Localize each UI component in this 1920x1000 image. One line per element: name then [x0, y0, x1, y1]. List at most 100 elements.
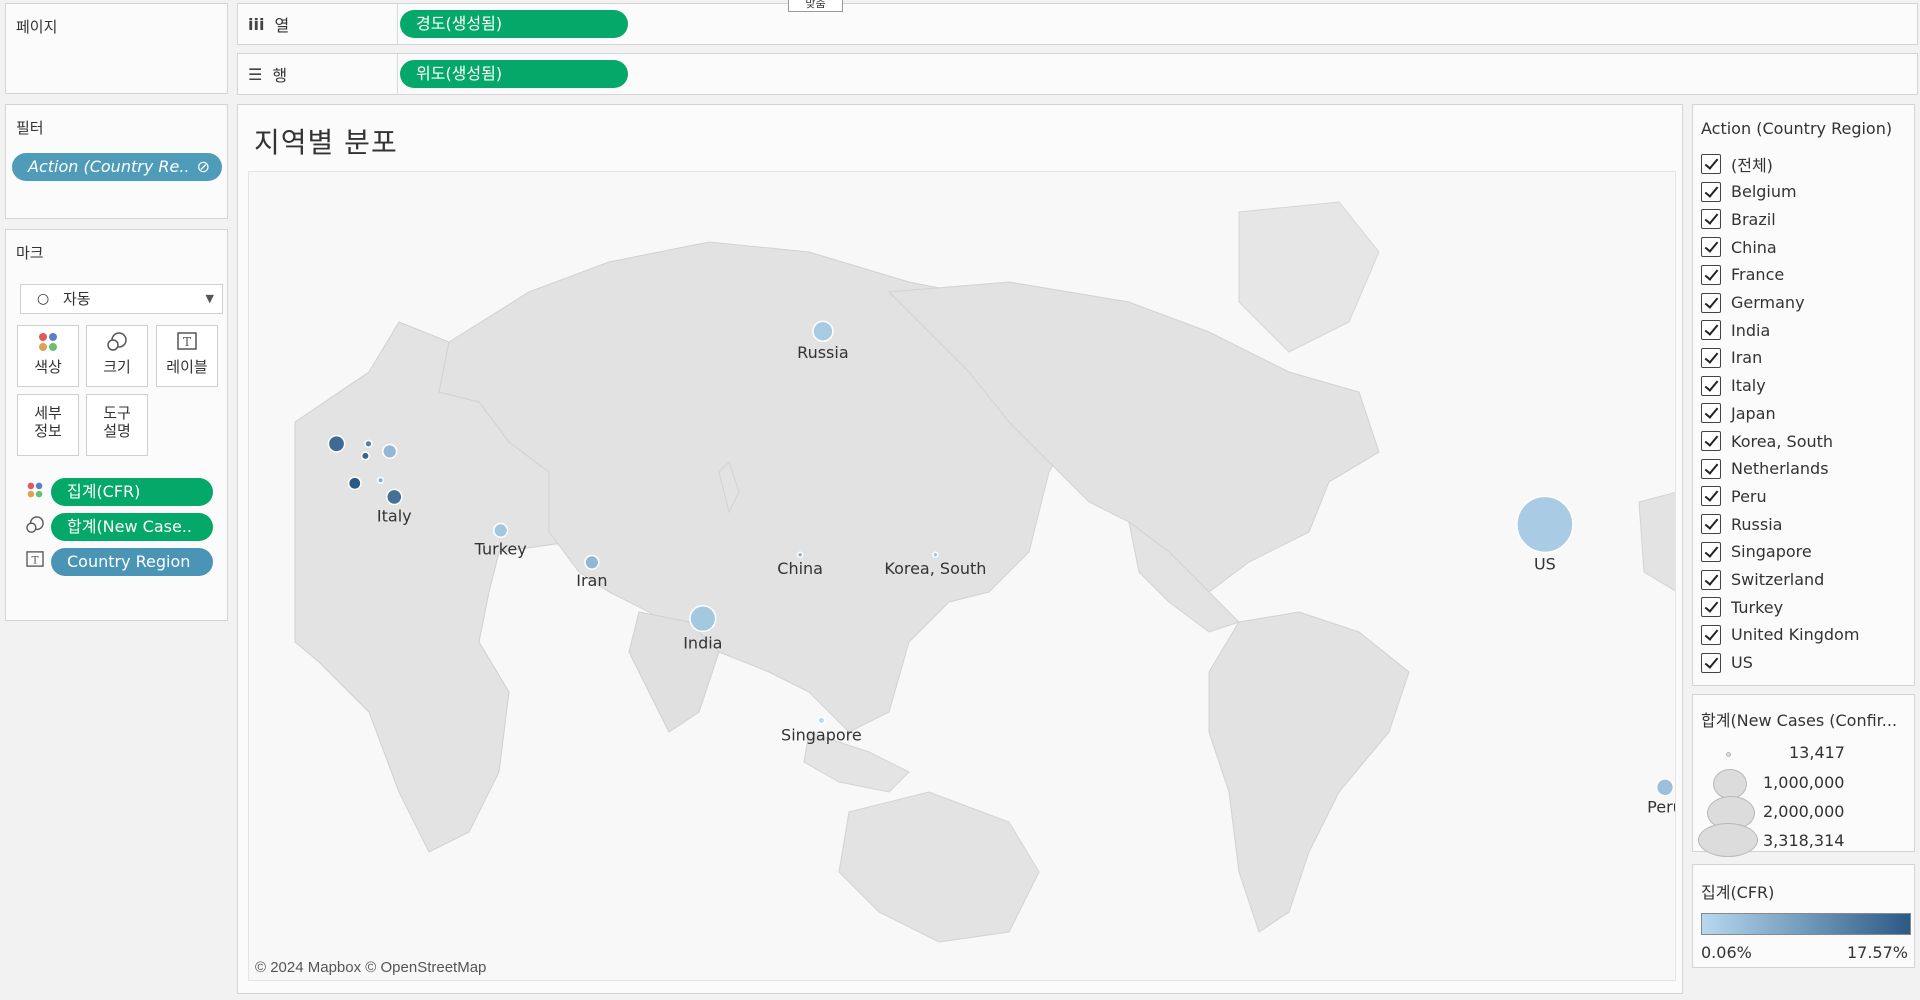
country-filter-label: Belgium: [1731, 182, 1797, 202]
country-filter-item[interactable]: United Kingdom: [1701, 622, 1859, 648]
color-button[interactable]: 색상: [17, 325, 79, 387]
color-field-icon: [24, 481, 46, 503]
checkbox-checked-icon[interactable]: [1701, 624, 1721, 645]
map-label: US: [1534, 554, 1556, 573]
pages-shelf[interactable]: 페이지: [5, 3, 228, 94]
map-point-switzerland[interactable]: [377, 476, 385, 484]
columns-shelf[interactable]: iii 열 경도(생성됨): [237, 3, 1918, 45]
country-filter-item[interactable]: Brazil: [1701, 206, 1776, 232]
tooltip-tab[interactable]: 맞춤: [788, 0, 843, 12]
color-button-label: 색상: [34, 358, 62, 376]
label-icon: T: [157, 332, 217, 354]
color-icon: [18, 332, 78, 354]
country-filter-item[interactable]: Belgium: [1701, 179, 1797, 205]
checkbox-checked-icon[interactable]: [1701, 154, 1721, 174]
latitude-pill[interactable]: 위도(생성됨): [400, 60, 628, 88]
checkbox-checked-icon[interactable]: [1701, 320, 1721, 341]
action-filter-pill[interactable]: Action (Country Re.. ⊘: [12, 153, 222, 181]
world-map[interactable]: RussiaUSBrazilIndiaPeruIranTurkeyChinaIt…: [249, 172, 1676, 981]
checkbox-checked-icon[interactable]: [1701, 403, 1721, 424]
country-filter-item[interactable]: Italy: [1701, 373, 1766, 399]
country-filter-item[interactable]: China: [1701, 234, 1777, 260]
detail-button[interactable]: 세부 정보: [17, 394, 79, 456]
country-filter-item[interactable]: (전체): [1701, 151, 1773, 177]
map-label: Korea, South: [884, 559, 986, 578]
map-point-iran[interactable]: [584, 554, 600, 570]
size-legend: 합계(New Cases (Confir... 13,417 1,000,000…: [1692, 694, 1915, 857]
label-button[interactable]: T 레이블: [156, 325, 218, 387]
checkbox-checked-icon[interactable]: [1701, 292, 1721, 313]
map-point-netherlands[interactable]: [364, 439, 373, 448]
map-point-us[interactable]: [1516, 495, 1574, 554]
size-label-2: 1,000,000: [1763, 773, 1845, 792]
checkbox-checked-icon[interactable]: [1701, 181, 1721, 202]
country-filter-item[interactable]: Japan: [1701, 400, 1776, 426]
map-point-korea-south[interactable]: [932, 551, 939, 558]
country-filter-item[interactable]: Russia: [1701, 511, 1782, 537]
checkbox-checked-icon[interactable]: [1701, 264, 1721, 285]
rows-label-text: 행: [272, 66, 288, 85]
map-label: Peru: [1647, 798, 1676, 817]
map-point-germany[interactable]: [382, 443, 398, 459]
country-filter-item[interactable]: Germany: [1701, 290, 1805, 316]
map-point-belgium[interactable]: [360, 451, 370, 461]
mark-type-label: 자동: [63, 290, 91, 308]
country-region-field-pill[interactable]: Country Region: [51, 548, 213, 576]
chevron-down-icon: ▼: [205, 292, 214, 305]
country-filter-item[interactable]: Netherlands: [1701, 456, 1829, 482]
country-filter-label: Italy: [1731, 376, 1766, 396]
map-point-peru[interactable]: [1655, 778, 1675, 797]
country-filter-item[interactable]: Iran: [1701, 345, 1762, 371]
checkbox-checked-icon[interactable]: [1701, 541, 1721, 562]
checkbox-checked-icon[interactable]: [1701, 458, 1721, 479]
checkbox-checked-icon[interactable]: [1701, 569, 1721, 590]
country-filter-item[interactable]: France: [1701, 262, 1784, 288]
country-filter-item[interactable]: US: [1701, 650, 1753, 676]
country-filter-item[interactable]: India: [1701, 317, 1770, 343]
country-filter-item[interactable]: Singapore: [1701, 539, 1812, 565]
country-filter-label: Korea, South: [1731, 431, 1834, 451]
link-icon: ⊘: [196, 157, 210, 176]
map-point-singapore[interactable]: [817, 716, 826, 725]
checkbox-checked-icon[interactable]: [1701, 486, 1721, 507]
color-legend-min: 0.06%: [1701, 943, 1752, 962]
map-area[interactable]: RussiaUSBrazilIndiaPeruIranTurkeyChinaIt…: [248, 171, 1676, 981]
size-label-3: 2,000,000: [1763, 802, 1845, 821]
country-filter-item[interactable]: Korea, South: [1701, 428, 1833, 454]
rows-shelf[interactable]: ☰ 행 위도(생성됨): [237, 53, 1918, 95]
longitude-pill[interactable]: 경도(생성됨): [400, 10, 628, 38]
mark-type-dropdown[interactable]: ○ 자동 ▼: [20, 284, 223, 314]
checkbox-checked-icon[interactable]: [1701, 431, 1721, 451]
cfr-field-pill[interactable]: 집계(CFR): [51, 478, 213, 506]
map-label: Italy: [377, 506, 412, 525]
checkbox-checked-icon[interactable]: [1701, 514, 1721, 535]
checkbox-checked-icon[interactable]: [1701, 209, 1721, 230]
map-point-turkey[interactable]: [493, 522, 509, 539]
size-field-icon: [24, 516, 46, 538]
color-legend-title: 집계(CFR): [1701, 883, 1775, 902]
map-point-united-kingdom[interactable]: [327, 434, 346, 453]
checkbox-checked-icon[interactable]: [1701, 347, 1721, 368]
country-filter-item[interactable]: Switzerland: [1701, 567, 1824, 593]
map-point-france[interactable]: [347, 476, 362, 491]
map-point-russia[interactable]: [812, 320, 834, 342]
map-point-china[interactable]: [796, 551, 804, 558]
size-button[interactable]: 크기: [86, 325, 148, 387]
new-cases-field-pill[interactable]: 합계(New Case..: [51, 513, 213, 541]
detail-button-label: 세부 정보: [34, 404, 62, 440]
map-point-italy[interactable]: [385, 488, 403, 506]
map-point-india[interactable]: [689, 604, 717, 633]
map-label: Iran: [576, 571, 607, 590]
checkbox-checked-icon[interactable]: [1701, 652, 1721, 673]
tooltip-button[interactable]: 도구 설명: [86, 394, 148, 456]
checkbox-checked-icon[interactable]: [1701, 597, 1721, 618]
size-symbol-1: [1726, 752, 1731, 757]
country-filter-label: Russia: [1731, 514, 1783, 534]
country-filter-label: Iran: [1731, 348, 1763, 368]
country-filter-label: US: [1731, 653, 1753, 673]
checkbox-checked-icon[interactable]: [1701, 237, 1721, 258]
country-filter-item[interactable]: Turkey: [1701, 594, 1783, 620]
checkbox-checked-icon[interactable]: [1701, 375, 1721, 396]
circle-icon: ○: [37, 291, 50, 307]
country-filter-item[interactable]: Peru: [1701, 483, 1767, 509]
